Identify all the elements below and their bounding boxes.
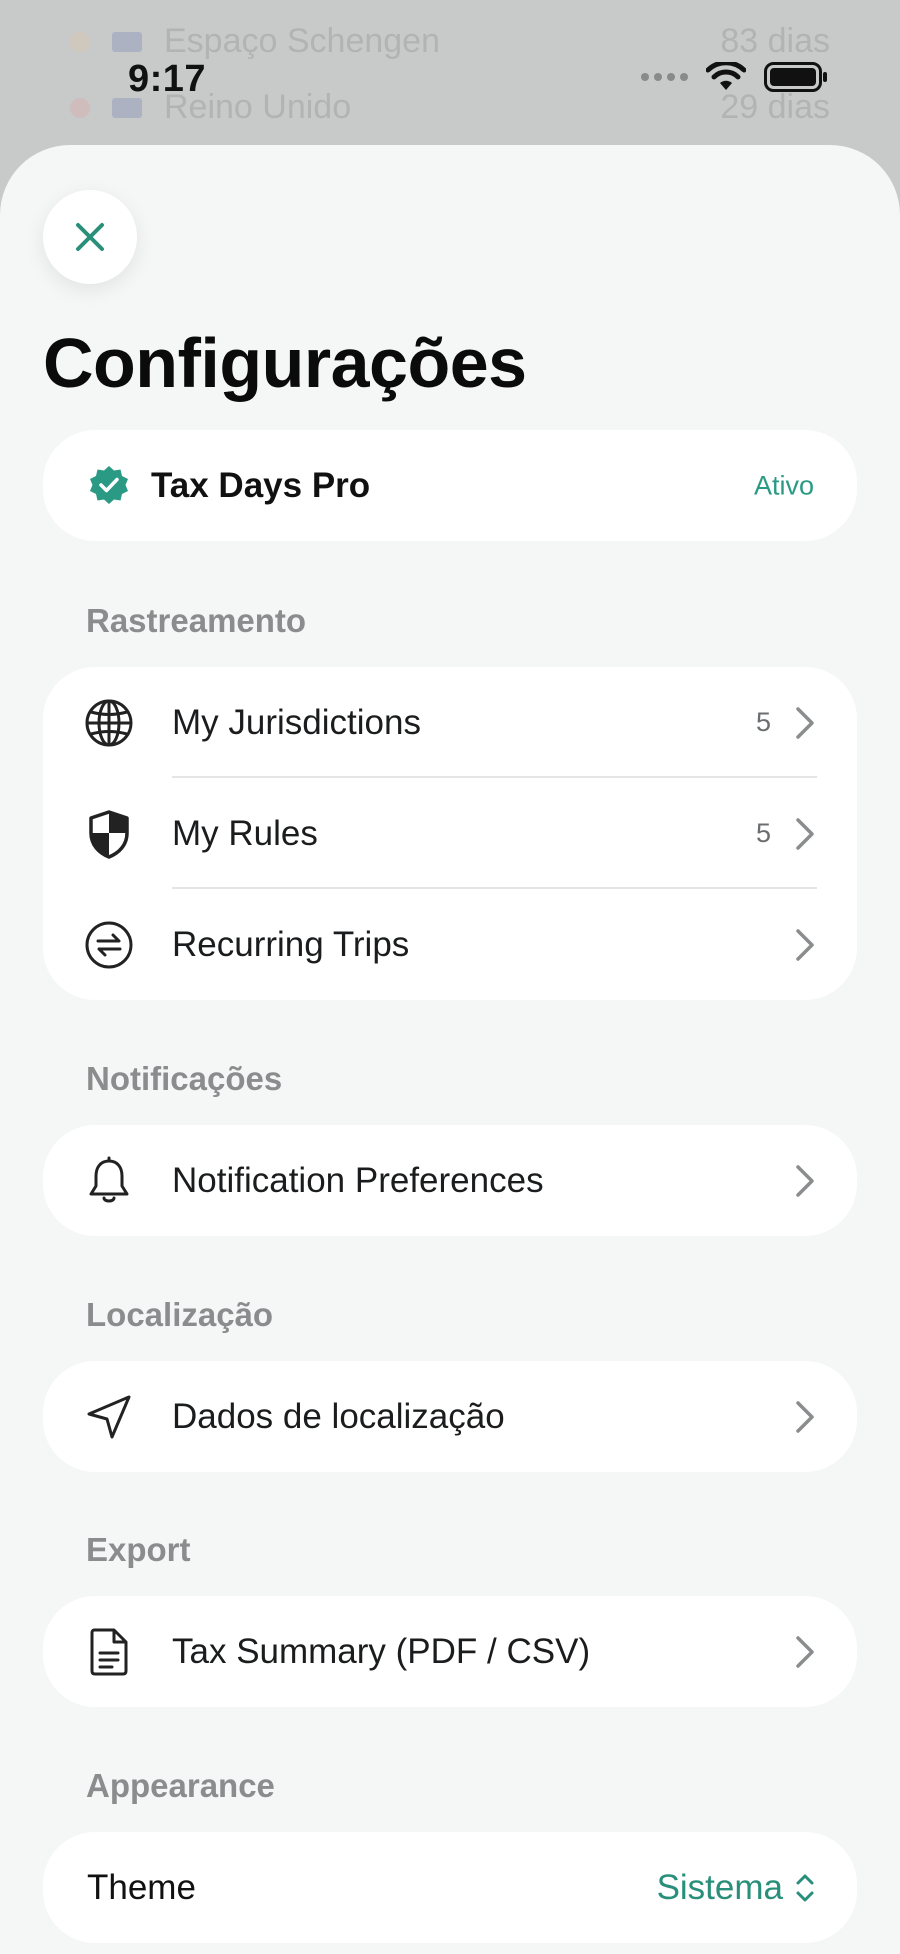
section-header-location: Localização: [86, 1296, 274, 1333]
chevron-right-icon: [796, 1635, 814, 1668]
bell-icon: [83, 1155, 135, 1207]
theme-select-value[interactable]: Sistema: [657, 1868, 783, 1908]
close-icon: [76, 223, 104, 251]
row-count: 5: [755, 707, 771, 737]
status-time: 9:17: [128, 58, 207, 100]
section-header-appearance: Appearance: [86, 1767, 275, 1804]
row-my-rules[interactable]: My Rules 5: [43, 778, 857, 889]
repeat-icon: [83, 919, 135, 971]
section-header-notifications: Notificações: [86, 1060, 283, 1097]
chevron-right-icon: [796, 928, 814, 961]
row-label: Dados de localização: [172, 1396, 505, 1436]
subscription-card[interactable]: Tax Days Pro Ativo: [43, 430, 857, 541]
verified-badge-icon: [90, 465, 128, 504]
location-card: Dados de localização: [43, 1361, 857, 1472]
row-theme[interactable]: Theme Sistema: [43, 1832, 857, 1943]
page-title: Configurações: [43, 324, 527, 402]
notifications-card: Notification Preferences: [43, 1125, 857, 1236]
theme-label: Theme: [87, 1867, 196, 1907]
wifi-icon: [706, 62, 746, 90]
chevron-up-down-icon[interactable]: [793, 1870, 817, 1906]
export-card: Tax Summary (PDF / CSV): [43, 1596, 857, 1707]
globe-icon: [83, 697, 135, 749]
appearance-card: Theme Sistema: [43, 1832, 857, 1943]
document-icon: [83, 1626, 135, 1678]
row-my-jurisdictions[interactable]: My Jurisdictions 5: [43, 667, 857, 778]
row-label: My Jurisdictions: [172, 702, 421, 742]
battery-icon: [764, 62, 827, 92]
row-count: 5: [755, 818, 771, 848]
row-location-data[interactable]: Dados de localização: [43, 1361, 857, 1472]
subscription-status: Ativo: [753, 470, 814, 500]
status-bar: 9:17: [0, 0, 900, 145]
section-header-tracking: Rastreamento: [86, 602, 307, 639]
row-label: Notification Preferences: [172, 1160, 544, 1200]
chevron-right-icon: [796, 817, 814, 850]
shield-icon: [83, 808, 135, 860]
status-icons: [641, 62, 828, 92]
section-header-export: Export: [86, 1531, 191, 1568]
row-tax-summary[interactable]: Tax Summary (PDF / CSV): [43, 1596, 857, 1707]
row-label: Tax Summary (PDF / CSV): [172, 1631, 591, 1671]
row-recurring-trips[interactable]: Recurring Trips: [43, 889, 857, 1000]
location-arrow-icon: [83, 1391, 135, 1443]
chevron-right-icon: [796, 1164, 814, 1197]
row-label: Recurring Trips: [172, 924, 410, 964]
settings-sheet: Configurações Tax Days Pro Ativo Rastrea…: [0, 145, 900, 1954]
close-button[interactable]: [43, 190, 137, 284]
chevron-right-icon: [796, 1400, 814, 1433]
chevron-right-icon: [796, 706, 814, 739]
row-label: My Rules: [172, 813, 318, 853]
subscription-name: Tax Days Pro: [151, 465, 371, 505]
row-notification-preferences[interactable]: Notification Preferences: [43, 1125, 857, 1236]
tracking-card: My Jurisdictions 5 My Rules 5 Recurring …: [43, 667, 857, 1000]
signal-icon: [641, 73, 688, 81]
